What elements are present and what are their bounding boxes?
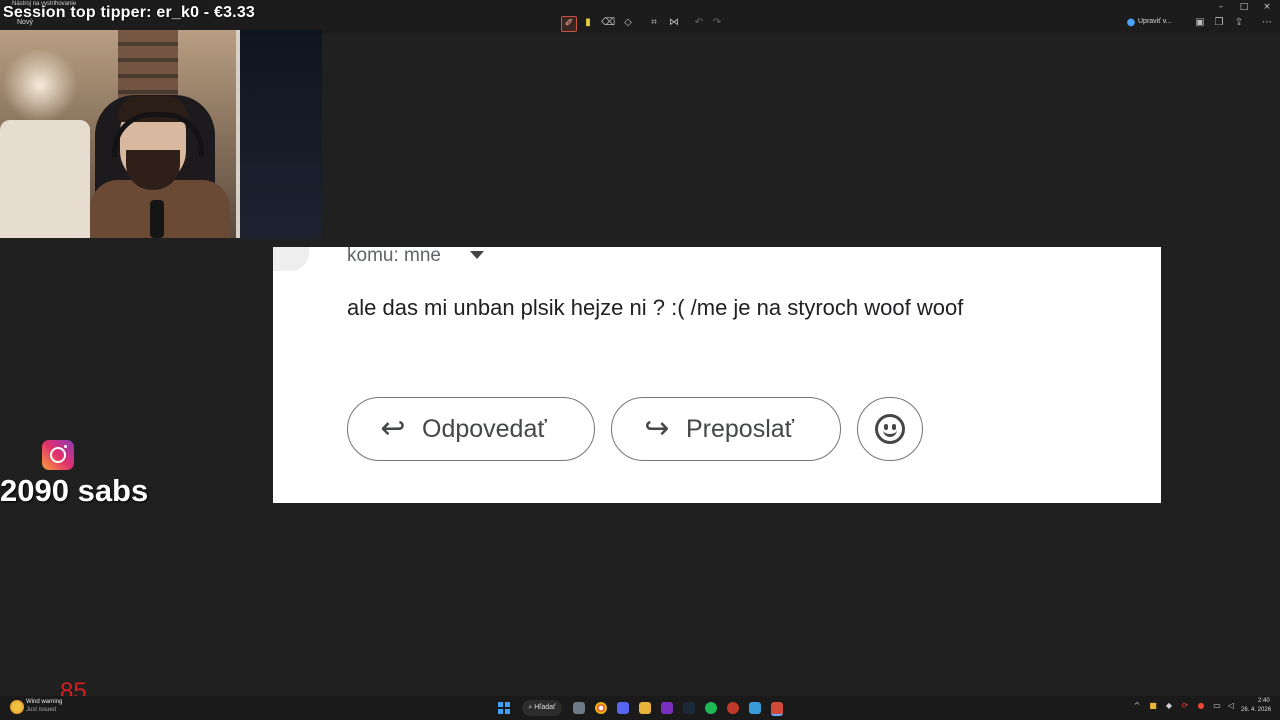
highlighter-icon[interactable]: ▮ xyxy=(581,16,595,30)
notepad-icon[interactable] xyxy=(749,702,761,714)
reply-button[interactable]: ↩ Odpovedať xyxy=(347,397,595,461)
message-card: komu: mne ale das mi unban plsik hejze n… xyxy=(273,245,1161,503)
webcam-feed xyxy=(0,30,322,238)
pen-tool-icon[interactable]: ✐ xyxy=(561,16,577,32)
clock-time[interactable]: 2:40 xyxy=(1258,698,1270,704)
discord-icon[interactable] xyxy=(617,702,629,714)
sofa xyxy=(0,120,90,238)
snipping-tool-icon[interactable] xyxy=(771,702,783,716)
forward-label: Preposlať xyxy=(686,414,795,443)
spotify-icon[interactable] xyxy=(705,702,717,714)
redo-icon[interactable]: ↷ xyxy=(710,16,724,30)
eraser-icon[interactable]: ⌫ xyxy=(601,16,615,30)
reply-arrow-icon: ↩ xyxy=(380,411,406,446)
undo-icon[interactable]: ↶ xyxy=(692,16,706,30)
twitch-icon[interactable] xyxy=(661,702,673,714)
close-button[interactable]: × xyxy=(1260,2,1274,12)
tray-controller-icon[interactable]: ◆ xyxy=(1164,701,1174,710)
smiley-mouth xyxy=(883,426,897,437)
tray-app-icon[interactable]: ■ xyxy=(1148,701,1158,710)
recipient-dropdown-icon[interactable] xyxy=(470,251,484,259)
minimize-button[interactable]: – xyxy=(1214,2,1228,12)
subs-counter: 2090 sabs xyxy=(0,473,149,508)
avatar xyxy=(273,247,309,271)
more-options-icon[interactable]: ⋯ xyxy=(1260,16,1274,30)
weather-icon[interactable] xyxy=(10,700,24,714)
search-button[interactable]: ⌕ Hľadať xyxy=(522,700,562,716)
night-window xyxy=(240,30,322,238)
file-explorer-icon[interactable] xyxy=(639,702,651,714)
share-icon[interactable]: ⇪ xyxy=(1232,16,1246,30)
task-view-icon[interactable] xyxy=(573,702,585,714)
forward-button[interactable]: ↪ Preposlať xyxy=(611,397,841,461)
paint-app-icon[interactable]: ● xyxy=(1124,16,1138,30)
forward-arrow-icon: ↪ xyxy=(644,411,670,446)
steam-icon[interactable] xyxy=(683,702,695,714)
instagram-lens xyxy=(50,447,66,463)
maximize-button[interactable]: □ xyxy=(1237,2,1251,12)
recording-app-icon[interactable] xyxy=(727,702,739,714)
instagram-icon xyxy=(42,440,74,470)
clock-date[interactable]: 26. 4. 2026 xyxy=(1241,707,1271,713)
save-icon[interactable]: ▣ xyxy=(1193,16,1207,30)
top-tipper-overlay: Session top tipper: er_k0 - €3.33 xyxy=(3,4,256,21)
emoji-reaction-button[interactable] xyxy=(857,397,923,461)
lamp-glow xyxy=(0,50,80,120)
tray-overflow-icon[interactable]: ^ xyxy=(1132,701,1142,710)
crop-icon[interactable]: ⌗ xyxy=(647,16,661,30)
edit-with-button[interactable]: Upraviť v... xyxy=(1138,18,1172,25)
volume-icon[interactable]: ◁ xyxy=(1226,701,1236,710)
chrome-icon[interactable] xyxy=(595,702,607,714)
message-body: ale das mi unban plsik hejze ni ? :( /me… xyxy=(347,295,964,320)
taskbar: Wind warning Just issued ⌕ Hľadať ^ ■ ◆ … xyxy=(0,696,1280,720)
shapes-icon[interactable]: ◇ xyxy=(621,16,635,30)
copy-icon[interactable]: ❐ xyxy=(1212,16,1226,30)
tray-sync-icon[interactable]: ⟳ xyxy=(1180,701,1190,710)
microphone xyxy=(150,200,164,238)
tray-mic-icon[interactable]: ● xyxy=(1196,701,1206,710)
smiley-icon xyxy=(875,414,905,444)
instagram-dot xyxy=(64,445,67,448)
network-icon[interactable]: ▭ xyxy=(1212,701,1222,710)
text-actions-icon[interactable]: ⋈ xyxy=(667,16,681,30)
reply-label: Odpovedať xyxy=(422,414,547,443)
search-label: Hľadať xyxy=(534,704,556,711)
recipient-line: komu: mne xyxy=(347,245,441,266)
weather-title[interactable]: Wind warning xyxy=(26,699,62,705)
weather-subtitle: Just issued xyxy=(26,707,57,713)
start-icon[interactable] xyxy=(498,702,510,714)
